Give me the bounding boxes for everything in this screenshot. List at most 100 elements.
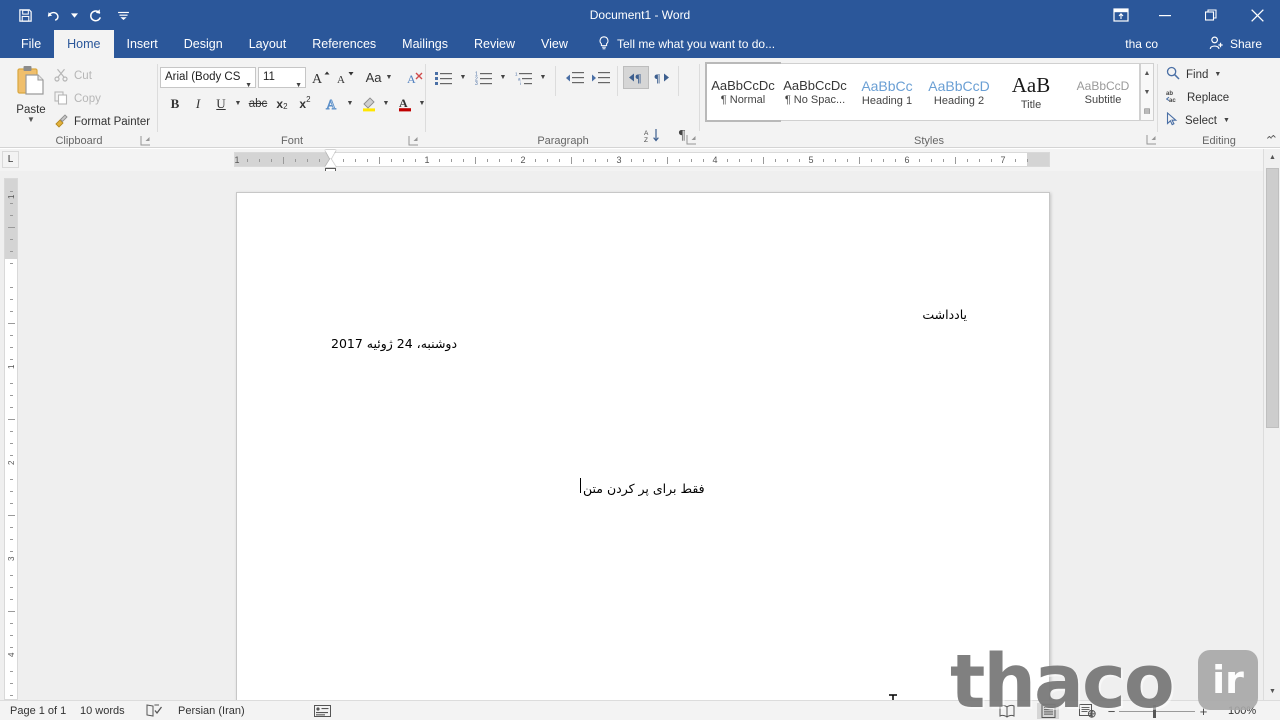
web-layout-view-button[interactable] [1076,703,1098,719]
styles-more-icon[interactable]: ▤ [1141,102,1153,120]
find-button[interactable]: Find ▼ [1166,64,1221,85]
tell-me-box[interactable]: Tell me what you want to do... [598,30,775,58]
text-effects-button[interactable]: A [322,93,344,114]
zoom-level[interactable]: 100% [1228,701,1256,720]
proofing-errors-icon[interactable] [146,703,163,719]
tab-home[interactable]: Home [54,30,114,58]
tab-file[interactable]: File [8,30,54,58]
scroll-down-icon[interactable]: ▼ [1264,683,1280,700]
first-line-indent-marker[interactable] [325,150,336,159]
multilevel-list-dropdown-icon[interactable]: ▼ [537,67,549,88]
styles-scroll-up-icon[interactable]: ▲ [1141,64,1153,82]
superscript-button[interactable]: x2 [294,93,316,114]
clipboard-dialog-launcher[interactable] [140,133,152,146]
grow-font-button[interactable]: A [310,67,332,88]
font-size-combobox[interactable]: 11 ▼ [258,67,306,89]
clear-formatting-button[interactable]: A [404,67,426,88]
select-dropdown-icon[interactable]: ▼ [1223,117,1230,124]
share-button[interactable]: Share [1198,30,1272,58]
cut-button[interactable]: Cut [50,66,92,86]
tab-design[interactable]: Design [171,30,236,58]
select-button[interactable]: Select ▼ [1166,110,1230,131]
italic-button[interactable]: I [187,93,209,114]
font-name-dropdown-icon[interactable]: ▼ [245,76,252,87]
numbering-button[interactable]: 123 [472,67,496,88]
copy-button[interactable]: Copy [50,89,101,109]
close-icon[interactable] [1234,0,1280,30]
numbering-dropdown-icon[interactable]: ▼ [497,67,509,88]
style-heading-1[interactable]: AaBbCc Heading 1 [851,64,923,120]
vertical-ruler[interactable]: 1 1 2 3 4 [4,178,18,700]
minimize-icon[interactable] [1142,0,1188,30]
styles-gallery-scroll: ▲ ▼ ▤ [1140,63,1154,121]
read-mode-view-button[interactable] [996,703,1018,719]
text-effects-dropdown-icon[interactable]: ▼ [344,93,356,114]
increase-indent-button[interactable] [588,67,612,88]
ribbon-group-font: Arial (Body CS ▼ 11 ▼ A A Aa ▼ A B I U ▼… [158,58,426,148]
strikethrough-button[interactable]: abc [246,93,270,114]
zoom-in-button[interactable]: + [1197,704,1210,719]
font-dialog-launcher[interactable] [408,133,420,146]
replace-button[interactable]: ab ac Replace [1165,87,1229,108]
text-highlight-dropdown-icon[interactable]: ▼ [380,93,392,114]
account-name[interactable]: tha co [1125,30,1158,58]
tab-references[interactable]: References [299,30,389,58]
tab-mailings[interactable]: Mailings [389,30,461,58]
document-page[interactable]: یادداشت دوشنبه، 24 ژوئیه 2017 فقط برای پ… [236,192,1050,719]
shrink-font-button[interactable]: A [334,67,356,88]
format-painter-button[interactable]: Format Painter [50,112,150,132]
tab-insert[interactable]: Insert [114,30,171,58]
paste-icon [14,64,48,103]
left-to-right-text-direction-button[interactable]: ¶ [650,67,674,88]
underline-dropdown-icon[interactable]: ▼ [232,93,244,114]
tab-selector-button[interactable]: L [2,151,19,168]
font-name-combobox[interactable]: Arial (Body CS ▼ [160,67,256,88]
zoom-thumb[interactable] [1153,705,1156,718]
style-title[interactable]: AaB Title [995,64,1067,120]
horizontal-ruler[interactable]: L 1 1 2 3 4 5 6 7 [0,149,1280,177]
scissors-icon [54,68,68,85]
text-highlight-color-button[interactable] [358,93,380,114]
multilevel-list-button[interactable]: 1ai [512,67,536,88]
style-normal[interactable]: AaBbCcDc ¶ Normal [705,62,781,122]
language-status[interactable]: Persian (Iran) [178,701,245,720]
scroll-up-icon[interactable]: ▲ [1264,149,1280,166]
right-to-left-text-direction-button[interactable]: ¶ [623,66,649,89]
style-no-spacing[interactable]: AaBbCcDc ¶ No Spac... [779,64,851,120]
style-subtitle[interactable]: AaBbCcD Subtitle [1067,64,1139,120]
font-color-button[interactable]: A [394,93,416,114]
bold-button[interactable]: B [164,93,186,114]
scroll-collapse-icon[interactable]: ⌃ [1269,133,1278,146]
word-count[interactable]: 10 words [80,701,125,720]
bullets-dropdown-icon[interactable]: ▼ [457,67,469,88]
styles-scroll-down-icon[interactable]: ▼ [1141,83,1153,101]
hanging-indent-marker[interactable] [325,159,336,167]
paste-button[interactable]: Paste ▼ [8,64,54,132]
ribbon-display-options-icon[interactable] [1100,0,1142,30]
underline-button[interactable]: U [210,93,232,114]
subscript-button[interactable]: x2 [271,93,293,114]
paste-dropdown-icon[interactable]: ▼ [27,116,35,124]
page-info[interactable]: Page 1 of 1 [10,701,66,720]
zoom-slider[interactable]: − + [1105,701,1215,720]
zoom-track[interactable] [1119,711,1195,712]
paragraph-dialog-launcher[interactable] [686,132,698,145]
sort-button[interactable]: AZ [641,125,665,146]
find-dropdown-icon[interactable]: ▼ [1214,71,1221,78]
style-heading-2[interactable]: AaBbCcD Heading 2 [923,64,995,120]
print-layout-view-button[interactable] [1037,703,1059,719]
pointer-icon [1166,111,1179,129]
ruler-strip[interactable]: 1 1 2 3 4 5 6 7 [234,152,1050,167]
bullets-button[interactable] [432,67,456,88]
restore-icon[interactable] [1188,0,1234,30]
record-macro-icon[interactable] [314,703,331,719]
scrollbar-thumb[interactable] [1266,168,1279,428]
style-preview: AaBbCc [861,77,913,94]
tab-layout[interactable]: Layout [236,30,300,58]
change-case-button[interactable]: Aa ▼ [362,67,396,88]
vertical-scrollbar[interactable]: ▲ ▼ [1263,149,1280,700]
zoom-out-button[interactable]: − [1105,704,1118,719]
tab-review[interactable]: Review [461,30,528,58]
tab-view[interactable]: View [528,30,581,58]
decrease-indent-button[interactable] [562,67,586,88]
